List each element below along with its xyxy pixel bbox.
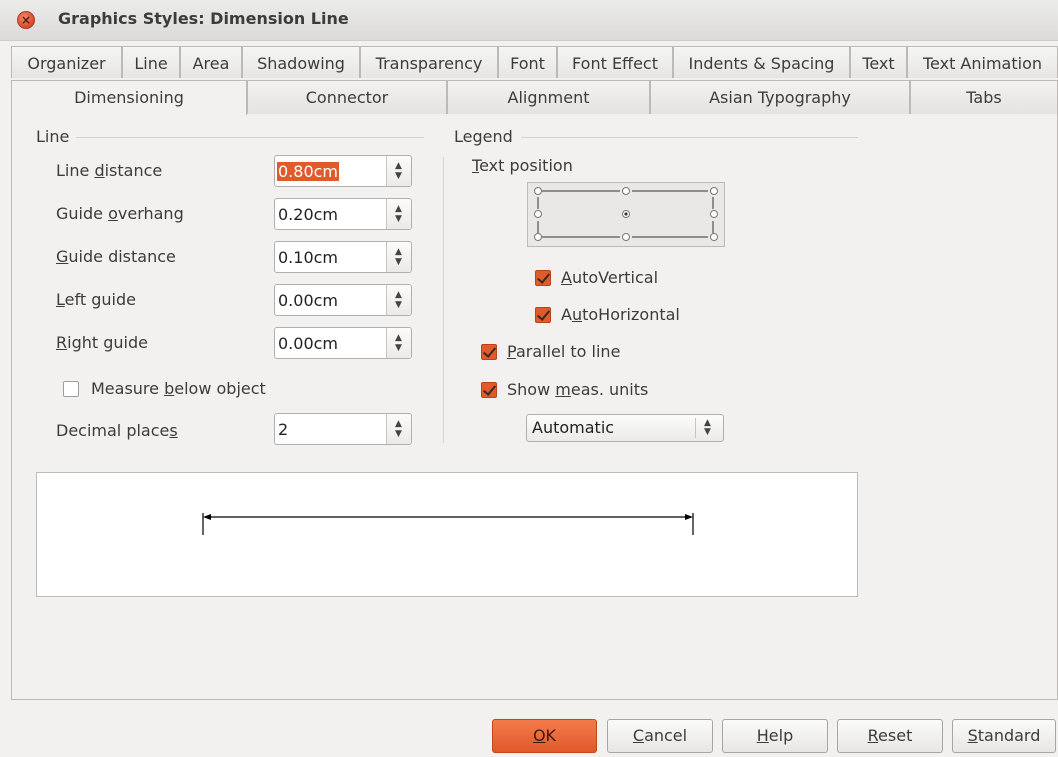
dimension-line-drawing — [202, 513, 694, 535]
line-distance-label: Line distance — [56, 161, 163, 180]
guide-overhang-stepper[interactable]: ▲ ▼ — [386, 199, 411, 229]
guide-distance-stepper[interactable]: ▲ ▼ — [386, 242, 411, 272]
dropdown-arrows-icon[interactable]: ▲ ▼ — [704, 419, 711, 437]
position-bottom-left-radio[interactable] — [534, 233, 542, 241]
measure-below-checkbox[interactable] — [63, 381, 79, 397]
line-distance-value[interactable]: 0.80cm — [277, 162, 340, 181]
decimal-places-spinbox[interactable]: 2 ▲ ▼ — [274, 413, 412, 445]
show-units-checkbox[interactable] — [481, 382, 497, 398]
tab-line[interactable]: Line — [122, 46, 180, 78]
tab-text-animation[interactable]: Text Animation — [907, 46, 1058, 78]
position-bottom-center-radio[interactable] — [622, 233, 630, 241]
units-select[interactable]: Automatic ▲ ▼ — [526, 414, 724, 442]
left-guide-value[interactable]: 0.00cm — [277, 291, 339, 310]
right-guide-value[interactable]: 0.00cm — [277, 334, 339, 353]
position-middle-right-radio[interactable] — [710, 210, 718, 218]
guide-overhang-value[interactable]: 0.20cm — [277, 205, 339, 224]
spin-down-icon[interactable]: ▼ — [395, 215, 402, 224]
window-title: Graphics Styles: Dimension Line — [58, 9, 349, 28]
show-units-label[interactable]: Show meas. units — [507, 380, 648, 399]
guide-distance-spinbox[interactable]: 0.10cm ▲ ▼ — [274, 241, 412, 273]
spin-down-icon[interactable]: ▼ — [395, 344, 402, 353]
auto-vertical-checkbox[interactable] — [535, 270, 551, 286]
tab-shadowing[interactable]: Shadowing — [242, 46, 360, 78]
right-guide-label: Right guide — [56, 333, 148, 352]
position-top-right-radio[interactable] — [710, 187, 718, 195]
line-section-divider — [76, 137, 424, 138]
position-middle-left-radio[interactable] — [534, 210, 542, 218]
standard-button[interactable]: Standard — [952, 719, 1056, 753]
text-position-selector[interactable] — [527, 182, 725, 247]
tab-tabs[interactable]: Tabs — [910, 80, 1058, 114]
reset-button[interactable]: Reset — [837, 719, 943, 753]
tab-alignment[interactable]: Alignment — [447, 80, 650, 114]
position-top-center-radio[interactable] — [622, 187, 630, 195]
spin-down-icon[interactable]: ▼ — [395, 301, 402, 310]
auto-vertical-label[interactable]: AutoVertical — [561, 268, 658, 287]
position-top-left-radio[interactable] — [534, 187, 542, 195]
guide-overhang-label: Guide overhang — [56, 204, 184, 223]
guide-overhang-spinbox[interactable]: 0.20cm ▲ ▼ — [274, 198, 412, 230]
ok-button[interactable]: OK — [492, 719, 597, 753]
tab-connector[interactable]: Connector — [247, 80, 447, 114]
spin-up-icon[interactable]: ▲ — [395, 420, 402, 429]
tab-font-effect[interactable]: Font Effect — [557, 46, 673, 78]
dropdown-divider — [695, 418, 696, 438]
section-separator — [443, 157, 444, 443]
position-bottom-right-radio[interactable] — [710, 233, 718, 241]
title-bar: × Graphics Styles: Dimension Line — [0, 0, 1058, 41]
line-distance-spinbox[interactable]: 0.80cm ▲ ▼ — [274, 155, 412, 187]
spin-down-icon[interactable]: ▼ — [395, 430, 402, 439]
spin-up-icon[interactable]: ▲ — [395, 205, 402, 214]
tab-text[interactable]: Text — [850, 46, 907, 78]
auto-horizontal-label[interactable]: AutoHorizontal — [561, 305, 680, 324]
line-section-heading: Line — [36, 127, 70, 146]
guide-distance-label: Guide distance — [56, 247, 176, 266]
tab-area[interactable]: Area — [180, 46, 242, 78]
decimal-places-value[interactable]: 2 — [277, 420, 289, 439]
tab-organizer[interactable]: Organizer — [11, 46, 122, 78]
position-middle-center-radio[interactable] — [622, 210, 630, 218]
tab-indents-spacing[interactable]: Indents & Spacing — [673, 46, 850, 78]
guide-distance-value[interactable]: 0.10cm — [277, 248, 339, 267]
decimal-places-label: Decimal places — [56, 421, 178, 440]
measure-below-label[interactable]: Measure below object — [91, 379, 266, 398]
left-guide-spinbox[interactable]: 0.00cm ▲ ▼ — [274, 284, 412, 316]
left-guide-stepper[interactable]: ▲ ▼ — [386, 285, 411, 315]
tab-font[interactable]: Font — [498, 46, 557, 78]
units-select-value: Automatic — [532, 418, 615, 437]
spin-up-icon[interactable]: ▲ — [395, 291, 402, 300]
cancel-button[interactable]: Cancel — [607, 719, 713, 753]
tab-asian-typography[interactable]: Asian Typography — [650, 80, 910, 114]
spin-up-icon[interactable]: ▲ — [395, 248, 402, 257]
help-button[interactable]: Help — [722, 719, 828, 753]
parallel-to-line-label[interactable]: Parallel to line — [507, 342, 620, 361]
spin-up-icon[interactable]: ▲ — [395, 334, 402, 343]
legend-section-divider — [521, 137, 858, 138]
close-icon[interactable]: × — [17, 11, 35, 29]
line-distance-stepper[interactable]: ▲ ▼ — [386, 156, 411, 186]
parallel-to-line-checkbox[interactable] — [481, 344, 497, 360]
decimal-places-stepper[interactable]: ▲ ▼ — [386, 414, 411, 444]
tab-row-2: Dimensioning Connector Alignment Asian T… — [11, 80, 1058, 115]
tab-transparency[interactable]: Transparency — [360, 46, 498, 78]
tab-row-1: Organizer Line Area Shadowing Transparen… — [11, 46, 1058, 79]
tab-dimensioning[interactable]: Dimensioning — [11, 80, 247, 115]
auto-horizontal-checkbox[interactable] — [535, 307, 551, 323]
dimension-line-preview — [36, 472, 858, 597]
spin-down-icon[interactable]: ▼ — [395, 258, 402, 267]
right-guide-spinbox[interactable]: 0.00cm ▲ ▼ — [274, 327, 412, 359]
legend-section-heading: Legend — [454, 127, 513, 146]
text-position-label: Text position — [472, 156, 573, 175]
spin-up-icon[interactable]: ▲ — [395, 162, 402, 171]
left-guide-label: Left guide — [56, 290, 136, 309]
spin-down-icon[interactable]: ▼ — [395, 172, 402, 181]
right-guide-stepper[interactable]: ▲ ▼ — [386, 328, 411, 358]
